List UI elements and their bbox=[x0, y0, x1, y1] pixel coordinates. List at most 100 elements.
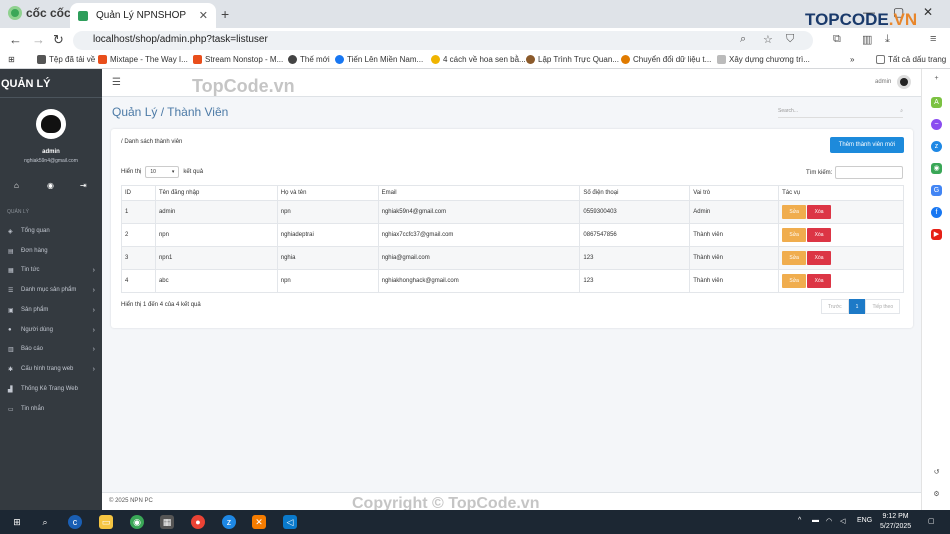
address-bar[interactable]: localhost/shop/admin.php?task=listuser bbox=[73, 31, 813, 50]
search-icon[interactable]: ⌕ bbox=[38, 515, 52, 529]
xampp-icon[interactable]: ✕ bbox=[252, 515, 266, 529]
admin-label[interactable]: admin bbox=[875, 79, 891, 85]
cell-phone: 0867547856 bbox=[579, 223, 691, 247]
hamburger-icon[interactable]: ☰ bbox=[112, 77, 121, 88]
sidebar-item-tong-quan[interactable]: ◈ Tổng quan bbox=[0, 222, 102, 240]
col-username[interactable]: Tên đăng nhập bbox=[154, 185, 278, 201]
tray-chevron-icon[interactable]: ^ bbox=[798, 517, 801, 524]
sidepanel-icon[interactable]: ▥ bbox=[862, 33, 872, 46]
window-close-icon[interactable]: ✕ bbox=[923, 5, 933, 19]
youtube-icon[interactable]: ▶ bbox=[931, 229, 942, 240]
sidebar-item-san-pham[interactable]: ▣ Sản phẩm › bbox=[0, 301, 102, 319]
all-bookmarks[interactable]: Tất cả dấu trang bbox=[876, 55, 946, 64]
col-email[interactable]: Email bbox=[377, 185, 581, 201]
network-icon[interactable]: ▬ bbox=[812, 517, 819, 524]
forward-icon[interactable]: → bbox=[32, 32, 45, 47]
zoom-icon[interactable]: ⌕ bbox=[740, 33, 746, 46]
facebook-icon[interactable]: f bbox=[931, 207, 942, 218]
bookmark-2[interactable]: Stream Nonstop - M... bbox=[193, 55, 283, 64]
apps-icon[interactable]: ⊞ bbox=[8, 55, 15, 64]
more-bookmarks-icon[interactable]: » bbox=[850, 55, 854, 64]
coccoc-app-icon[interactable]: c bbox=[68, 515, 82, 529]
edit-button[interactable]: Sửa bbox=[782, 251, 807, 265]
bookmark-1[interactable]: Mixtape - The Way I... bbox=[98, 55, 188, 64]
translate-icon[interactable]: G bbox=[931, 185, 942, 196]
browser-app-icon[interactable]: ◉ bbox=[130, 515, 144, 529]
sidebar-item-tin-tuc[interactable]: ▦ Tin tức › bbox=[0, 261, 102, 279]
bookmark-7[interactable]: Chuyển đổi dữ liệu t... bbox=[621, 55, 711, 64]
back-icon[interactable]: ← bbox=[9, 32, 22, 47]
download-icon[interactable]: ⤓ bbox=[885, 33, 890, 46]
pager-next[interactable]: Tiếp theo bbox=[865, 299, 901, 314]
sidebar-item-cau-hinh[interactable]: ✱ Cấu hình trang web › bbox=[0, 360, 102, 378]
pager-page-1[interactable]: 1 bbox=[848, 299, 866, 314]
page-length-select[interactable]: 10 ▾ bbox=[145, 166, 180, 178]
pager-prev[interactable]: Trước bbox=[821, 299, 849, 314]
language-indicator[interactable]: ENG bbox=[857, 517, 872, 524]
bookmark-3[interactable]: Thế mới bbox=[288, 55, 330, 64]
bookmark-8[interactable]: Xây dựng chương trì... bbox=[717, 55, 810, 64]
search-input[interactable]: Search... ⌕ bbox=[778, 106, 903, 118]
edit-button[interactable]: Sửa bbox=[782, 205, 807, 219]
sidebar-item-don-hang[interactable]: ▤ Đơn hàng bbox=[0, 242, 102, 260]
messenger-icon[interactable]: ~ bbox=[931, 119, 942, 130]
app-icon[interactable]: ▦ bbox=[160, 515, 174, 529]
sidebar-title[interactable]: QUẢN LÝ bbox=[1, 78, 51, 90]
bookmark-4[interactable]: Tiến Lên Miền Nam... bbox=[335, 55, 423, 64]
shield-icon[interactable]: ⛉ bbox=[786, 33, 794, 46]
logout-icon[interactable]: ⇥ bbox=[80, 181, 87, 190]
bookmark-star-icon[interactable]: ☆ bbox=[763, 33, 773, 46]
new-tab-icon[interactable]: + bbox=[221, 6, 229, 22]
bookmark-0[interactable]: Tệp đã tải về bbox=[37, 55, 95, 64]
col-fullname[interactable]: Họ và tên bbox=[276, 185, 379, 201]
reload-icon[interactable]: ↻ bbox=[53, 32, 64, 48]
ai-icon[interactable]: A bbox=[931, 97, 942, 108]
bookmark-5[interactable]: 4 cách về hoa sen bằ... bbox=[431, 55, 526, 64]
game-icon[interactable]: ◉ bbox=[931, 163, 942, 174]
windows-start-icon[interactable]: ⊞ bbox=[10, 515, 24, 529]
edit-button[interactable]: Sửa bbox=[782, 228, 807, 242]
col-role[interactable]: Vai trò bbox=[689, 185, 780, 201]
clock-date: 5/27/2025 bbox=[880, 523, 912, 530]
home-icon[interactable]: ⌂ bbox=[14, 181, 19, 190]
browser-tab[interactable]: Quản Lý NPNSHOP ✕ bbox=[70, 3, 216, 28]
delete-button[interactable]: Xóa bbox=[807, 228, 832, 242]
clock[interactable]: 9:12 PM 5/27/2025 bbox=[880, 512, 911, 532]
delete-button[interactable]: Xóa bbox=[807, 205, 832, 219]
history-icon[interactable]: ↺ bbox=[931, 467, 942, 478]
view-site-icon[interactable]: ◉ bbox=[47, 181, 54, 190]
add-member-button[interactable]: Thêm thành viên mới bbox=[830, 137, 904, 153]
delete-button[interactable]: Xóa bbox=[807, 251, 832, 265]
cell-id: 2 bbox=[121, 223, 156, 247]
cell-role: Thành viên bbox=[689, 223, 780, 247]
zalo-app-icon[interactable]: z bbox=[222, 515, 236, 529]
sidebar-item-tin-nhan[interactable]: ▭ Tin nhắn bbox=[0, 400, 102, 418]
col-phone[interactable]: Số điện thoại bbox=[579, 185, 691, 201]
sidebar-section-label: QUẢN LÝ bbox=[7, 209, 29, 215]
sidebar-item-thong-ke[interactable]: ▟ Thống Kê Trang Web bbox=[0, 380, 102, 398]
file-explorer-icon[interactable]: ▭ bbox=[99, 515, 113, 529]
bookmark-label: Mixtape - The Way I... bbox=[110, 55, 188, 64]
admin-avatar-icon[interactable] bbox=[897, 75, 911, 89]
edit-button[interactable]: Sửa bbox=[782, 274, 807, 288]
menu-icon[interactable]: ≡ bbox=[930, 33, 936, 45]
extensions-icon[interactable]: ⧉ bbox=[833, 33, 841, 46]
sidebar-item-bao-cao[interactable]: ▥ Báo cáo › bbox=[0, 340, 102, 358]
tab-close-icon[interactable]: ✕ bbox=[199, 9, 208, 22]
pagination: Trước 1 Tiếp theo bbox=[821, 299, 901, 314]
sidebar-item-nguoi-dung[interactable]: ● Người dùng › bbox=[0, 321, 102, 339]
add-icon[interactable]: + bbox=[931, 73, 942, 84]
delete-button[interactable]: Xóa bbox=[807, 274, 832, 288]
col-actions: Tác vụ bbox=[778, 185, 904, 201]
wifi-icon[interactable]: ◠ bbox=[826, 517, 832, 525]
bookmark-6[interactable]: Lập Trình Trực Quan... bbox=[526, 55, 619, 64]
chrome-icon[interactable]: ● bbox=[191, 515, 205, 529]
zalo-icon[interactable]: z bbox=[931, 141, 942, 152]
filter-input[interactable] bbox=[835, 166, 904, 179]
col-id[interactable]: ID bbox=[121, 185, 156, 201]
volume-icon[interactable]: ◁ bbox=[840, 517, 845, 525]
settings-gear-icon[interactable]: ⚙ bbox=[931, 489, 942, 500]
notification-icon[interactable]: ▢ bbox=[928, 517, 935, 525]
vscode-icon[interactable]: ◁ bbox=[283, 515, 297, 529]
sidebar-item-danh-muc[interactable]: ☰ Danh mục sản phẩm › bbox=[0, 281, 102, 299]
